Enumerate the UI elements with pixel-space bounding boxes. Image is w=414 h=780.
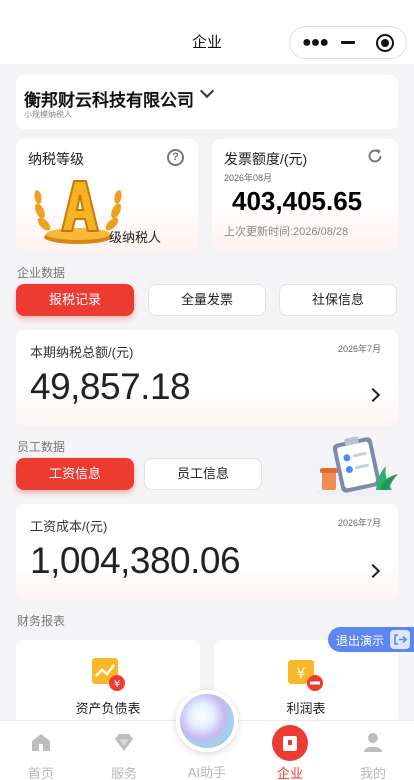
profit-statement-icon: ¥	[288, 660, 323, 691]
tab-services-label: 服务	[110, 766, 137, 780]
svg-text:¥: ¥	[297, 666, 306, 682]
chevron-right-icon[interactable]	[365, 387, 381, 403]
invoice-updated-time: 上次更新时间:2026/08/28	[224, 226, 349, 238]
company-selector[interactable]: 衡邦财云科技有限公司 小规模纳税人	[16, 75, 398, 129]
mini-program-capsule: ●●●	[289, 26, 407, 59]
logout-icon	[390, 630, 410, 649]
invoice-amount: 403,405.65	[232, 186, 363, 216]
salary-cost-card[interactable]: 工资成本/(元) 2026年7月 1,004,380.06	[16, 504, 398, 600]
tab-mine-label: 我的	[359, 766, 386, 780]
salary-cost-value: 1,004,380.06	[30, 540, 241, 581]
tab-all-invoices[interactable]: 全量发票	[148, 284, 266, 316]
balance-sheet-card[interactable]: ¥ 资产负债表	[16, 640, 200, 725]
diamond-icon	[115, 734, 133, 751]
exit-demo-button[interactable]: 退出演示	[328, 627, 414, 652]
tab-tax-records[interactable]: 报税记录	[16, 284, 134, 316]
tax-grade-label: 纳税等级	[28, 151, 84, 167]
tax-total-label: 本期纳税总额/(元)	[30, 345, 134, 360]
finance-reports-title: 财务报表	[17, 614, 66, 628]
profit-statement-card[interactable]: ¥ 利润表	[214, 640, 398, 725]
salary-cost-month: 2026年7月	[338, 518, 382, 528]
home-icon	[32, 734, 50, 751]
company-data-title: 企业数据	[17, 266, 66, 280]
company-name: 衡邦财云科技有限公司	[24, 91, 194, 110]
profit-statement-label: 利润表	[286, 701, 326, 716]
minimize-icon[interactable]	[341, 41, 355, 44]
tax-total-card[interactable]: 本期纳税总额/(元) 2026年7月 49,857.18	[16, 330, 398, 426]
tab-enterprise-label: 企业	[276, 766, 303, 780]
top-nav-bar: 企业 ●●●	[0, 0, 414, 64]
target-close-icon[interactable]	[376, 34, 394, 52]
employee-data-title: 员工数据	[17, 440, 66, 454]
more-dots-icon[interactable]: ●●●	[302, 35, 329, 51]
chevron-right-icon[interactable]	[365, 563, 381, 579]
clipboard-illustration-icon	[314, 436, 398, 496]
tax-total-value: 49,857.18	[30, 366, 191, 407]
tab-salary-info[interactable]: 工资信息	[16, 458, 134, 490]
balance-sheet-label: 资产负债表	[75, 701, 141, 716]
refresh-icon[interactable]	[366, 147, 384, 165]
invoice-month: 2026年08月	[224, 173, 273, 183]
ai-orb-icon[interactable]	[176, 690, 238, 752]
tab-employee-info[interactable]: 员工信息	[144, 458, 262, 490]
chevron-down-icon[interactable]	[199, 83, 215, 99]
help-icon[interactable]: ?	[167, 149, 184, 166]
invoice-quota-card[interactable]: 发票额度/(元) 2026年08月 403,405.65 上次更新时间:2026…	[212, 139, 398, 252]
tax-grade-card[interactable]: 纳税等级 ? 级纳税人	[16, 139, 198, 252]
salary-cost-label: 工资成本/(元)	[30, 519, 108, 534]
tab-mine[interactable]: 我的	[343, 721, 403, 780]
tab-ai-assistant-label[interactable]: AI助手	[176, 762, 238, 780]
tab-social-security[interactable]: 社保信息	[279, 284, 397, 316]
tab-enterprise[interactable]: 企业	[260, 721, 320, 780]
tab-home-label: 首页	[27, 766, 54, 780]
enterprise-icon	[272, 725, 308, 761]
user-icon	[364, 733, 382, 752]
invoice-quota-label: 发票额度/(元)	[224, 151, 308, 167]
balance-sheet-icon: ¥	[92, 658, 125, 691]
svg-text:¥: ¥	[114, 679, 120, 690]
tax-grade-text: 级纳税人	[109, 230, 162, 245]
tax-total-month: 2026年7月	[338, 344, 382, 354]
company-type: 小规模纳税人	[24, 110, 72, 119]
exit-demo-label: 退出演示	[336, 634, 385, 648]
tab-home[interactable]: 首页	[11, 721, 71, 780]
tab-services[interactable]: 服务	[94, 721, 154, 780]
